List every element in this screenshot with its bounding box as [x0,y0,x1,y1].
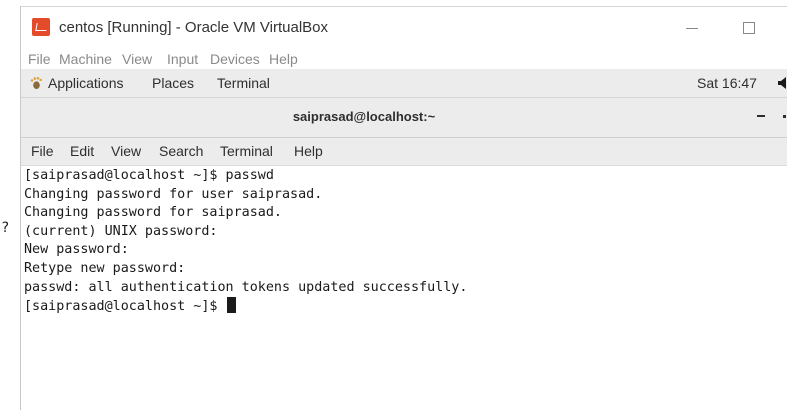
terminal-menu-search[interactable]: Search [159,143,203,159]
terminal-line: [saiprasad@localhost ~]$ passwd [24,168,274,183]
terminal-line: passwd: all authentication tokens update… [24,279,468,295]
terminal-titlebar[interactable]: saiprasad@localhost:~ [21,98,787,138]
terminal-menu-view[interactable]: View [111,143,141,159]
gnome-top-panel: Applications Places Terminal Sat 16:47 [21,69,787,98]
virtualbox-titlebar[interactable]: centos [Running] - Oracle VM VirtualBox [21,7,787,49]
terminal-close-icon[interactable] [783,115,786,118]
minimize-icon [686,28,698,29]
terminal-prompt: [saiprasad@localhost ~]$ [24,299,226,315]
terminal-menu-terminal[interactable]: Terminal [220,143,273,159]
terminal-line: (current) UNIX password: [24,223,218,239]
terminal-title: saiprasad@localhost:~ [292,109,436,124]
places-menu[interactable]: Places [152,75,194,91]
vbox-menu-view[interactable]: View [122,51,152,67]
terminal-menu-edit[interactable]: Edit [70,143,94,159]
speaker-icon[interactable] [778,77,787,89]
maximize-icon [743,22,755,34]
terminal-app-menu[interactable]: Terminal [217,75,270,91]
screenshot: ? centos [Running] - Oracle VM VirtualBo… [0,0,787,410]
window-title: centos [Running] - Oracle VM VirtualBox [59,19,329,36]
vbox-menu-devices[interactable]: Devices [210,51,260,67]
applications-menu[interactable]: Applications [48,75,124,91]
margin-mark: ? [1,220,10,236]
terminal-prompt-line: [saiprasad@localhost ~]$ [24,297,467,316]
clock[interactable]: Sat 16:47 [697,75,757,91]
virtualbox-window: centos [Running] - Oracle VM VirtualBox … [20,6,787,410]
terminal-menu-file[interactable]: File [31,143,54,159]
virtualbox-icon [32,18,50,36]
terminal-output[interactable]: [saiprasad@localhost ~]$ passwd Changing… [21,166,787,410]
virtualbox-menubar: File Machine View Input Devices Help [21,49,787,69]
terminal-line: Retype new password: [24,260,186,276]
gnome-foot-icon [30,77,42,89]
vbox-menu-input[interactable]: Input [167,51,198,67]
vbox-menu-machine[interactable]: Machine [59,51,112,67]
vbox-menu-help[interactable]: Help [269,51,298,67]
terminal-line: Changing password for user saiprasad. [24,186,323,202]
minimize-button[interactable] [677,15,707,41]
cursor-block [226,297,236,314]
terminal-line: New password: [24,242,129,258]
vbox-menu-file[interactable]: File [28,51,51,67]
maximize-button[interactable] [734,15,764,41]
terminal-menubar: File Edit View Search Terminal Help [21,138,787,166]
terminal-line: Changing password for saiprasad. [24,205,282,221]
terminal-menu-help[interactable]: Help [294,143,323,159]
terminal-minimize-icon[interactable] [757,115,765,117]
